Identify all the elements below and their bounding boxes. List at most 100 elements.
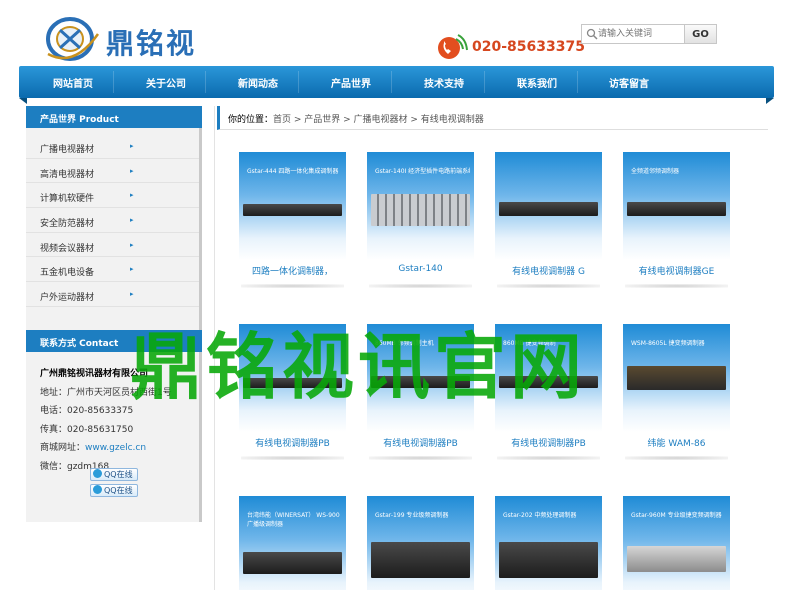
category-list: 广播电视器材 ▸ 高清电视器材 ▸ 计算机软硬件 ▸ 安全防范器材 ▸ 视频会议器材 ▸ …: [26, 134, 199, 307]
product-name[interactable]: Gstar-140: [359, 264, 482, 274]
card-shadow: [369, 284, 472, 288]
qq-online-button[interactable]: QQ在线: [90, 468, 138, 481]
search-icon: [586, 28, 598, 40]
nav-divider: [205, 71, 206, 93]
qq-online-button[interactable]: QQ在线: [90, 484, 138, 497]
chevron-right-icon: ▸: [130, 216, 134, 225]
product-image[interactable]: Gstar-202 中频处理调制器: [495, 496, 602, 590]
product-image[interactable]: WSM-8605L 捷变频调制器: [623, 324, 730, 432]
nav-products[interactable]: 产品世界: [331, 75, 371, 90]
category-label: 高清电视器材: [40, 169, 95, 180]
nav-about[interactable]: 关于公司: [146, 75, 186, 90]
qq-icon: [93, 485, 102, 494]
main-nav: 网站首页 关于公司 新闻动态 产品世界 技术支持 联系我们 访客留言: [19, 66, 774, 104]
product-name[interactable]: 有线电视调制器PB: [487, 436, 610, 449]
product-image[interactable]: 全频道邻频调制器: [623, 152, 730, 260]
product-image-caption: 台湾纬能（WINERSAT） WS-900 广播级调制器: [247, 512, 340, 528]
device-image: [499, 202, 598, 216]
nav-divider: [484, 71, 485, 93]
product-image-caption: Gstar-444 四路一体化集成调制器: [247, 168, 339, 175]
device-image: [499, 542, 598, 578]
product-name[interactable]: 纬能 WAM-86: [615, 436, 738, 449]
website-line: 商城网址：www.gzelc.cn: [40, 440, 198, 459]
nav-divider: [298, 71, 299, 93]
card-shadow: [497, 284, 600, 288]
search-box: GO: [581, 24, 717, 44]
product-card[interactable]: Gstar-199 专业级频调制器: [367, 496, 474, 590]
breadcrumb-label: 你的位置：: [228, 115, 274, 125]
product-image[interactable]: Gstar-199 专业级频调制器: [367, 496, 474, 590]
product-name[interactable]: 四路一体化调制器，: [231, 264, 354, 277]
category-item[interactable]: 广播电视器材 ▸: [26, 134, 199, 159]
site-logo[interactable]: 鼎铭视讯: [44, 16, 214, 100]
nav-divider: [113, 71, 114, 93]
product-image[interactable]: Gstar-140I 经济型插件电路前端系统: [367, 152, 474, 260]
product-card[interactable]: WSM-8605L 捷变频调制器 纬能 WAM-86: [623, 324, 730, 460]
category-item[interactable]: 计算机软硬件 ▸: [26, 183, 199, 209]
device-image: [627, 546, 726, 572]
category-label: 安全防范器材: [40, 219, 95, 230]
chevron-right-icon: ▸: [130, 240, 134, 249]
chevron-right-icon: ▸: [130, 290, 134, 299]
category-label: 视频会议器材: [40, 243, 95, 254]
nav-divider: [391, 71, 392, 93]
product-image-caption: Gstar-960M 专业级捷变频调制器: [631, 512, 722, 519]
category-label: 广播电视器材: [40, 145, 95, 155]
phone-number: 020-85633375: [472, 39, 585, 55]
qq-label: QQ在线: [104, 470, 133, 479]
nav-support[interactable]: 技术支持: [424, 75, 464, 90]
category-item[interactable]: 五金机电设备 ▸: [26, 257, 199, 283]
product-card[interactable]: Gstar-444 四路一体化集成调制器 四路一体化调制器，: [239, 152, 346, 288]
phone-icon: [438, 34, 468, 59]
nav-divider: [577, 71, 578, 93]
product-name[interactable]: 有线电视调制器 G: [487, 264, 610, 277]
website-link[interactable]: www.gzelc.cn: [85, 443, 146, 453]
nav-guestbook[interactable]: 访客留言: [609, 75, 649, 90]
category-item[interactable]: 安全防范器材 ▸: [26, 208, 199, 233]
product-image[interactable]: 台湾纬能（WINERSAT） WS-900 广播级调制器: [239, 496, 346, 590]
product-image[interactable]: [495, 152, 602, 260]
product-name[interactable]: 有线电视调制器PB: [359, 436, 482, 449]
nav-news[interactable]: 新闻动态: [238, 75, 278, 90]
device-image: [243, 552, 342, 574]
product-image[interactable]: Gstar-444 四路一体化集成调制器: [239, 152, 346, 260]
product-card[interactable]: Gstar-960M 专业级捷变频调制器: [623, 496, 730, 590]
breadcrumb-path[interactable]: 首页 > 产品世界 > 广播电视器材 > 有线电视调制器: [273, 115, 484, 125]
category-label: 户外运动器材: [40, 293, 95, 304]
nav-contact[interactable]: 联系我们: [517, 75, 557, 90]
header: 鼎铭视讯 020-85633375 GO: [0, 0, 800, 100]
chevron-right-icon: ▸: [130, 142, 134, 150]
category-item[interactable]: 户外运动器材 ▸: [26, 282, 199, 307]
category-label: 五金机电设备: [40, 268, 95, 279]
product-name[interactable]: 有线电视调制器PB: [231, 436, 354, 449]
search-input[interactable]: [598, 25, 684, 43]
logo-text-a: 鼎铭: [106, 27, 167, 60]
breadcrumb: 你的位置：首页 > 产品世界 > 广播电视器材 > 有线电视调制器: [217, 106, 768, 130]
website-label: 商城网址：: [40, 443, 86, 453]
products-heading: 产品世界 Product: [26, 106, 202, 128]
product-name[interactable]: 有线电视调制器GE: [615, 264, 738, 277]
chevron-right-icon: ▸: [130, 191, 134, 200]
product-card[interactable]: 有线电视调制器 G: [495, 152, 602, 288]
watermark: 鼎铭视讯官网: [130, 325, 587, 409]
product-image-caption: WSM-8605L 捷变频调制器: [631, 340, 705, 347]
device-image: [627, 366, 726, 390]
search-button[interactable]: GO: [684, 24, 717, 44]
chevron-right-icon: ▸: [130, 265, 134, 274]
product-card[interactable]: Gstar-202 中频处理调制器: [495, 496, 602, 590]
card-shadow: [625, 456, 728, 460]
product-card[interactable]: 台湾纬能（WINERSAT） WS-900 广播级调制器: [239, 496, 346, 590]
product-card[interactable]: 全频道邻频调制器 有线电视调制器GE: [623, 152, 730, 288]
device-image: [371, 194, 470, 226]
product-image-caption: Gstar-202 中频处理调制器: [503, 512, 577, 519]
nav-home[interactable]: 网站首页: [53, 75, 93, 90]
product-card[interactable]: Gstar-140I 经济型插件电路前端系统 Gstar-140: [367, 152, 474, 288]
product-image[interactable]: Gstar-960M 专业级捷变频调制器: [623, 496, 730, 590]
product-image-caption: Gstar-199 专业级频调制器: [375, 512, 449, 519]
card-shadow: [625, 284, 728, 288]
device-image: [627, 202, 726, 216]
category-item[interactable]: 高清电视器材 ▸: [26, 159, 199, 184]
category-item[interactable]: 视频会议器材 ▸: [26, 233, 199, 258]
card-shadow: [241, 456, 344, 460]
device-image: [243, 204, 342, 216]
